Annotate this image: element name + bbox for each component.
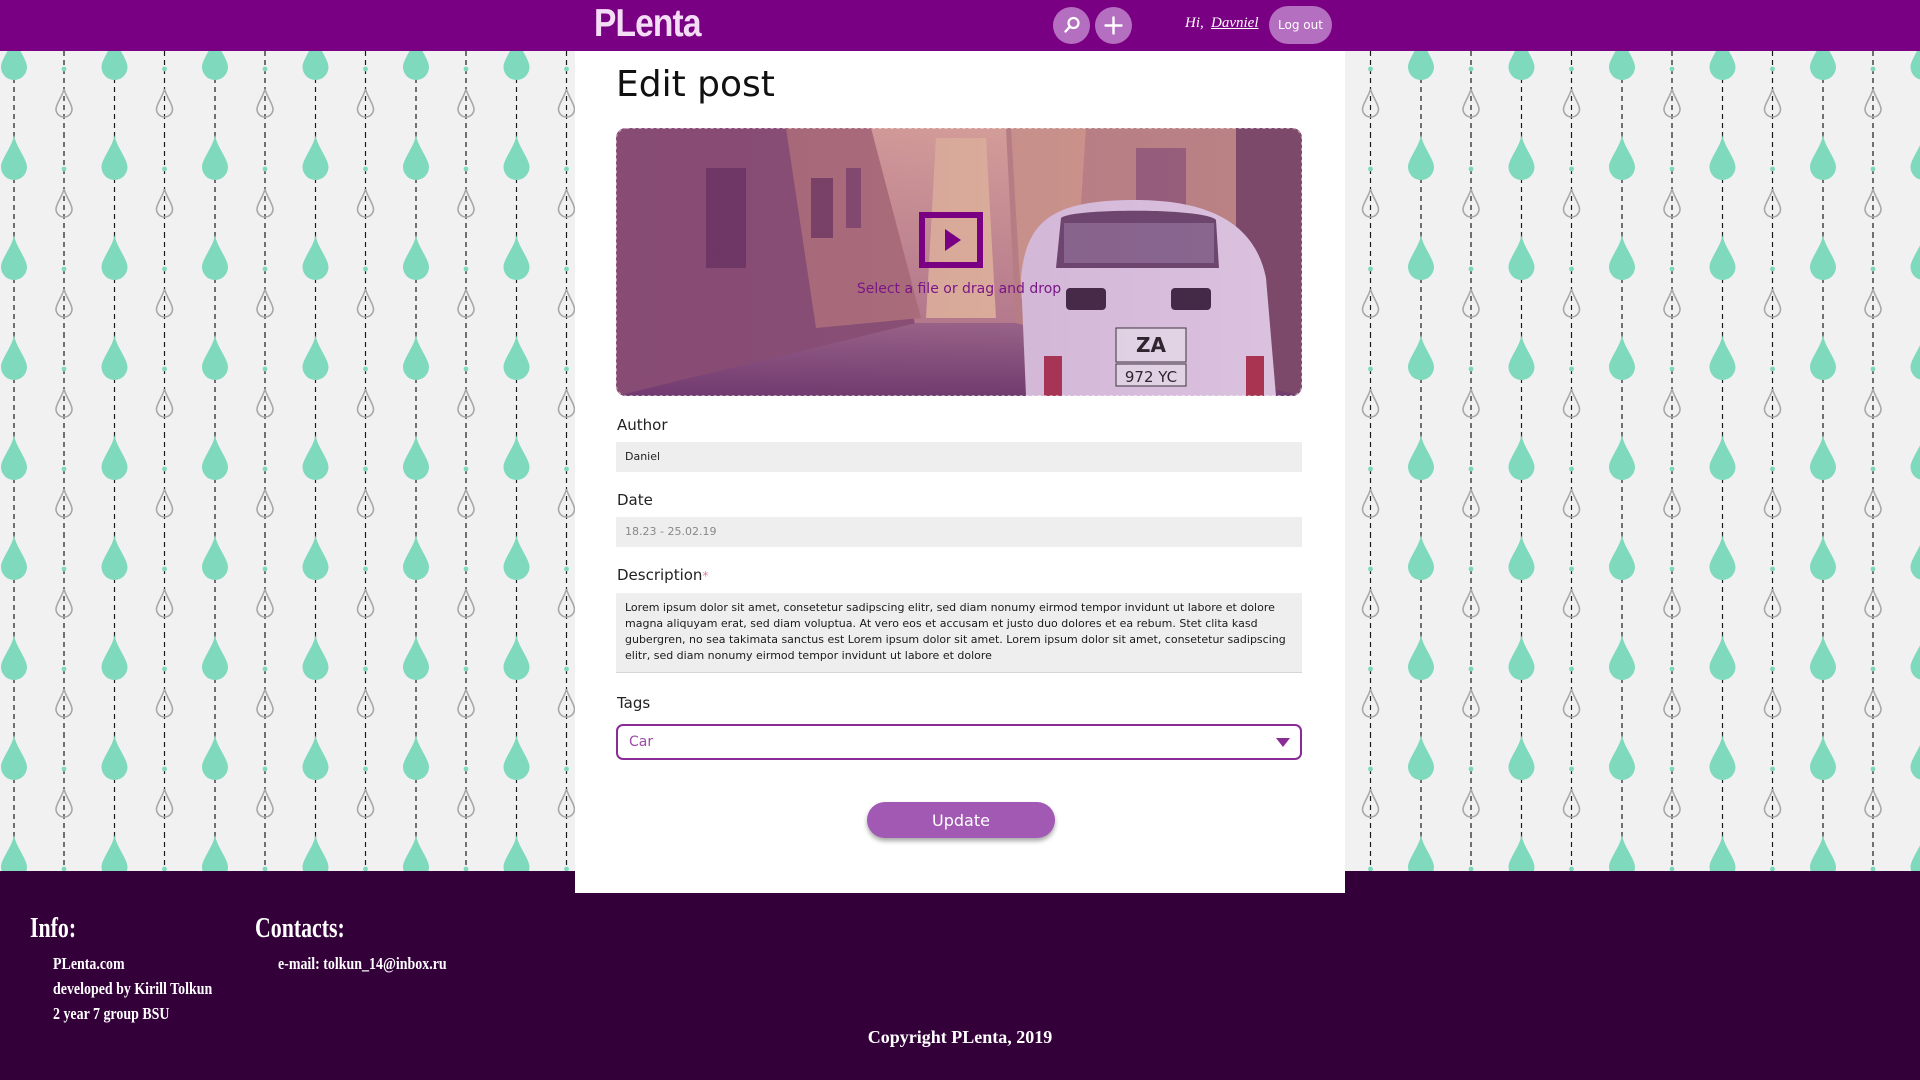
date-field[interactable]: 18.23 - 25.02.19 — [616, 517, 1302, 547]
image-upload-dropzone[interactable]: ZA 972 YC Select a file or drag and drop — [616, 128, 1302, 396]
edit-post-card: Edit post Select a file or drag and drop… — [575, 51, 1345, 893]
search-button[interactable] — [1053, 7, 1090, 44]
footer-contact-email[interactable]: e-mail: tolkun_14@inbox.ru — [278, 954, 447, 974]
footer-info-title: Info: — [30, 913, 77, 944]
tags-select[interactable]: Car — [616, 724, 1302, 760]
page-title: Edit post — [616, 64, 775, 105]
greeting-text: Hi, — [1185, 15, 1204, 31]
description-label: Description* — [617, 566, 708, 584]
video-play-icon — [919, 212, 983, 268]
tags-label: Tags — [617, 694, 651, 712]
top-navbar: PLenta Hi, Davniel Log out — [0, 0, 1920, 51]
date-label: Date — [617, 491, 653, 509]
description-label-text: Description — [617, 566, 703, 584]
footer-info-line: PLenta.com — [53, 954, 125, 973]
update-button[interactable]: Update — [867, 802, 1055, 838]
username-link[interactable]: Davniel — [1211, 15, 1258, 32]
search-icon — [1064, 16, 1080, 33]
upload-instructions: Select a file or drag and drop — [856, 281, 1062, 297]
chevron-down-icon — [1276, 738, 1290, 747]
author-label: Author — [617, 416, 668, 434]
footer-info-line: developed by Kirill Tolkun — [53, 979, 213, 998]
footer-contacts-title: Contacts: — [255, 913, 345, 944]
description-textarea[interactable]: Lorem ipsum dolor sit amet, consetetur s… — [616, 593, 1302, 673]
footer-copyright: Copyright PLenta, 2019 — [867, 1027, 1053, 1047]
site-footer: Info: PLenta.com developed by Kirill Tol… — [0, 871, 1920, 1080]
author-field[interactable]: Daniel — [616, 442, 1302, 472]
required-mark: * — [702, 569, 709, 583]
plus-icon — [1104, 16, 1123, 35]
footer-info-line: 2 year 7 group BSU — [53, 1004, 170, 1023]
tags-selected-value: Car — [629, 734, 654, 750]
add-post-button[interactable] — [1095, 7, 1132, 44]
site-logo[interactable]: PLenta — [594, 2, 702, 46]
logout-button[interactable]: Log out — [1269, 6, 1332, 44]
